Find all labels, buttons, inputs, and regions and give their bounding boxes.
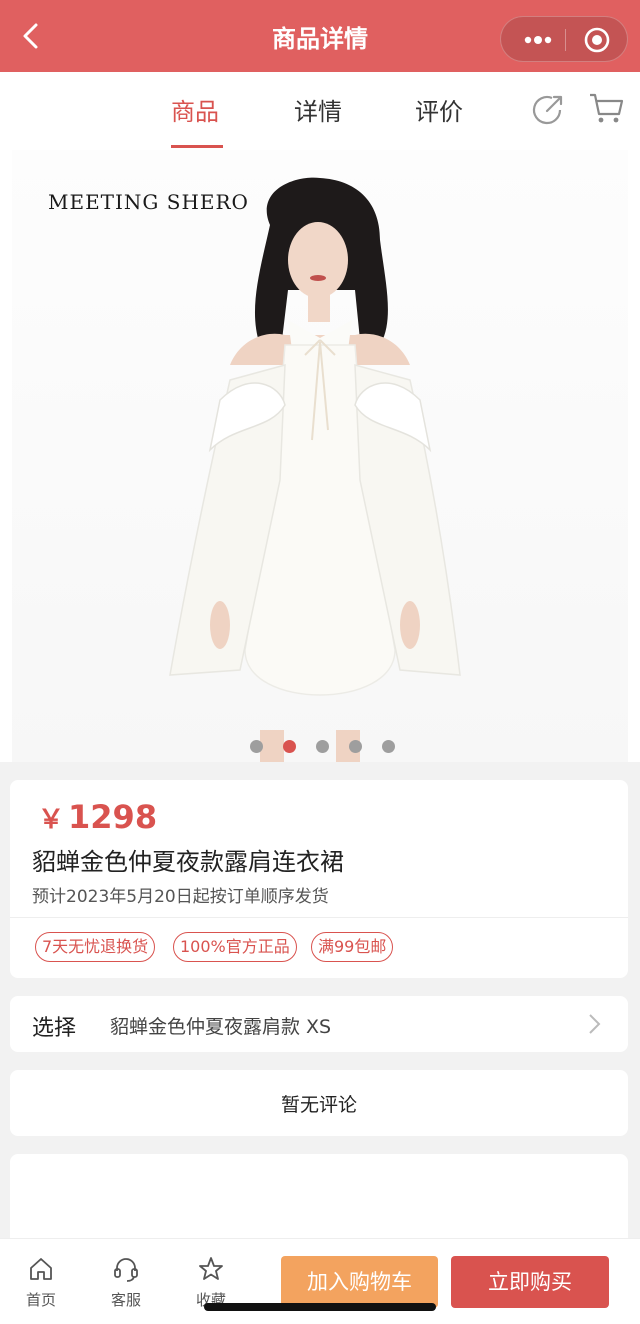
more-icon[interactable] bbox=[511, 17, 563, 63]
top-bar: 商品详情 bbox=[0, 0, 640, 72]
carousel-dot-active[interactable] bbox=[283, 740, 296, 753]
nav-home[interactable]: 首页 bbox=[13, 1255, 69, 1310]
headset-icon bbox=[114, 1258, 138, 1282]
close-target-icon[interactable] bbox=[583, 26, 611, 54]
nav-customer-service[interactable]: 客服 bbox=[98, 1255, 154, 1310]
add-to-cart-button[interactable]: 加入购物车 bbox=[281, 1256, 438, 1308]
variant-label: 选择 bbox=[32, 1016, 77, 1041]
nav-favorite[interactable]: 收藏 bbox=[183, 1255, 239, 1310]
divider bbox=[10, 917, 628, 918]
product-photo bbox=[169, 177, 461, 762]
home-icon bbox=[30, 1258, 52, 1280]
cart-icon[interactable] bbox=[588, 90, 624, 126]
star-icon bbox=[199, 1257, 223, 1280]
carousel-dot[interactable] bbox=[349, 740, 362, 753]
mini-program-capsule bbox=[500, 16, 628, 62]
variant-value: 貂蝉金色仲夏夜露肩款 XS bbox=[110, 1016, 332, 1038]
product-price: ￥ 1298 bbox=[38, 798, 157, 836]
currency-symbol: ￥ bbox=[38, 805, 65, 835]
tab-active-indicator bbox=[171, 145, 223, 148]
bottom-action-bar: 首页 客服 收藏 加入购物车 立即购买 bbox=[0, 1238, 640, 1324]
buy-now-button[interactable]: 立即购买 bbox=[451, 1256, 609, 1308]
reviews-section: 暂无评论 bbox=[10, 1070, 628, 1136]
capsule-divider bbox=[565, 29, 566, 51]
tab-product[interactable]: 商品 bbox=[171, 92, 219, 127]
no-reviews-text: 暂无评论 bbox=[280, 1094, 357, 1116]
price-value: 1298 bbox=[68, 798, 158, 836]
home-indicator bbox=[204, 1303, 436, 1311]
carousel-dot[interactable] bbox=[382, 740, 395, 753]
nav-home-label: 首页 bbox=[25, 1291, 56, 1309]
tab-reviews[interactable]: 评价 bbox=[415, 92, 463, 127]
chevron-right-icon bbox=[589, 1014, 601, 1034]
service-tag-authentic: 100%官方正品 bbox=[173, 932, 297, 962]
product-image-carousel[interactable]: MEETING SHERO bbox=[0, 150, 640, 762]
service-tag-free-shipping: 满99包邮 bbox=[311, 932, 394, 962]
product-info-card: ￥ 1298 貂蝉金色仲夏夜款露肩连衣裙 预计2023年5月20日起按订单顺序发货… bbox=[10, 780, 628, 978]
shipping-note: 预计2023年5月20日起按订单顺序发货 bbox=[32, 887, 329, 907]
tab-details[interactable]: 详情 bbox=[294, 92, 342, 127]
share-icon[interactable] bbox=[530, 92, 566, 128]
nav-service-label: 客服 bbox=[110, 1291, 141, 1309]
carousel-dot[interactable] bbox=[316, 740, 329, 753]
carousel-dot[interactable] bbox=[250, 740, 263, 753]
variant-selector[interactable]: 选择 貂蝉金色仲夏夜露肩款 XS bbox=[10, 996, 628, 1052]
product-name: 貂蝉金色仲夏夜款露肩连衣裙 bbox=[32, 848, 344, 876]
service-tag-returns: 7天无忧退换货 bbox=[35, 932, 156, 962]
